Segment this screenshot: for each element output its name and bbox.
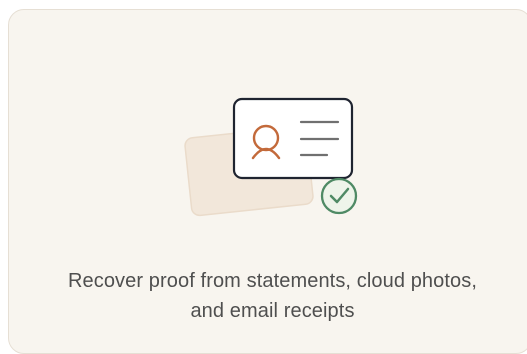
caption-line-1: Recover proof from statements, cloud pho…	[67, 270, 478, 292]
recovery-card: Recover proof from statements, cloud pho…	[8, 9, 527, 354]
card-caption: Recover proof from statements, cloud pho…	[17, 266, 527, 326]
id-card-icon	[232, 97, 354, 180]
proof-illustration	[181, 96, 371, 221]
check-circle-icon	[320, 177, 358, 215]
caption-line-2: and email receipts	[190, 300, 355, 322]
